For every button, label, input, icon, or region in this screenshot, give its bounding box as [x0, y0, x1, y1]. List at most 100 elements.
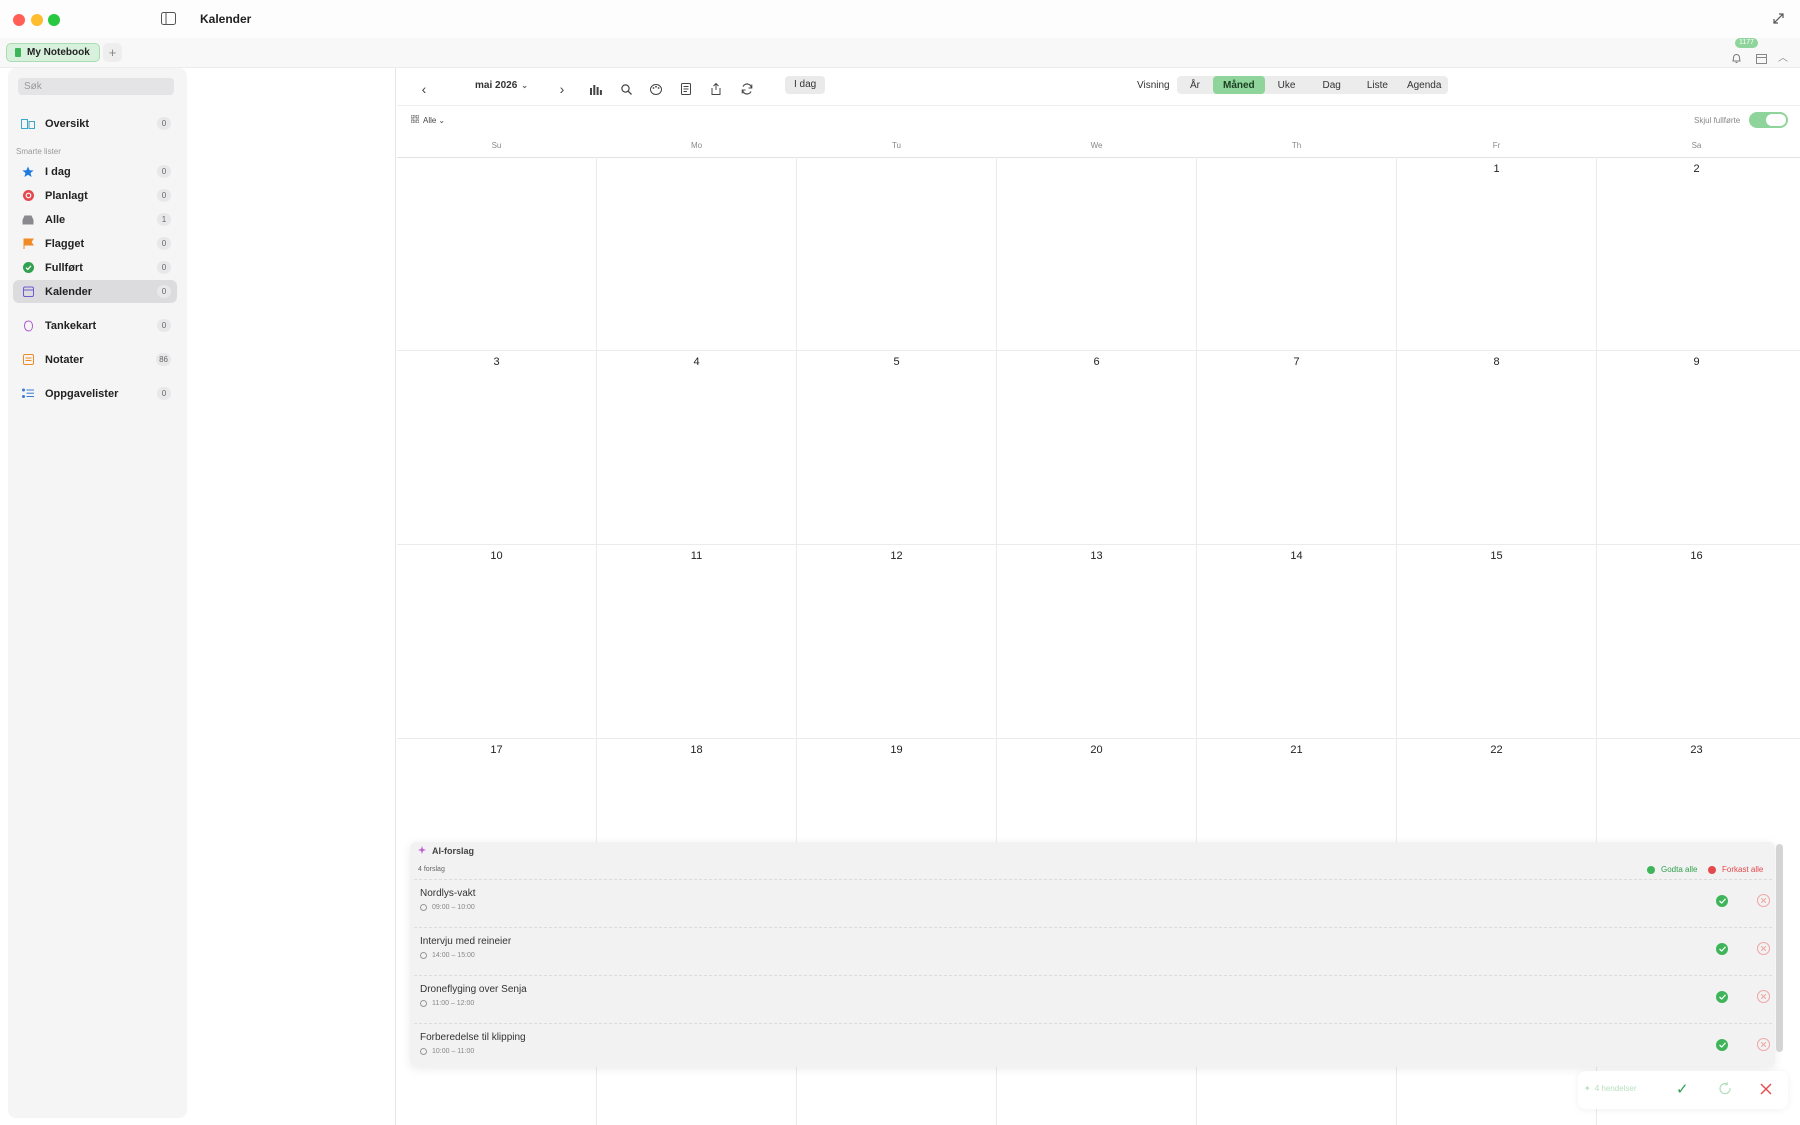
suggestion-item[interactable]: Droneflyging over Senja 11:00 – 12:00	[414, 975, 1772, 1019]
accept-suggestion-button[interactable]	[1716, 943, 1728, 955]
search-icon[interactable]	[616, 79, 636, 99]
weekday-header: Th	[1291, 141, 1302, 150]
clock-icon	[420, 1000, 427, 1007]
accept-suggestion-button[interactable]	[1716, 991, 1728, 1003]
weekday-header: Su	[491, 141, 502, 150]
day-cell[interactable]: 15	[1397, 550, 1596, 562]
sidebar-item-today[interactable]: I dag 0	[13, 160, 177, 183]
day-cell[interactable]: 1	[1397, 163, 1596, 175]
chevron-up-icon[interactable]: ︿	[1778, 49, 1788, 64]
sidebar-item-scheduled[interactable]: Planlagt 0	[13, 184, 177, 207]
share-icon[interactable]	[706, 79, 726, 99]
task-list-icon	[21, 387, 35, 401]
day-cell[interactable]: 5	[797, 356, 996, 368]
day-cell[interactable]: 9	[1597, 356, 1796, 368]
day-cell[interactable]: 16	[1597, 550, 1796, 562]
view-day-button[interactable]: Dag	[1308, 76, 1354, 94]
day-cell[interactable]: 22	[1397, 744, 1596, 756]
day-cell[interactable]: 10	[397, 550, 596, 562]
stats-icon[interactable]	[586, 79, 606, 99]
sidebar-item-label: Notater	[45, 353, 84, 366]
view-agenda-button[interactable]: Agenda	[1400, 76, 1448, 94]
sidebar-toggle-icon[interactable]	[161, 12, 176, 30]
day-cell[interactable]: 20	[997, 744, 1196, 756]
day-cell[interactable]: 7	[1197, 356, 1396, 368]
view-year-button[interactable]: År	[1177, 76, 1213, 94]
sidebar-item-mindmap[interactable]: Tankekart 0	[13, 314, 177, 337]
sidebar-item-flagged[interactable]: Flagget 0	[13, 232, 177, 255]
close-icon[interactable]	[1760, 1082, 1772, 1100]
check-circle-icon	[21, 261, 35, 275]
sidebar-item-calendar[interactable]: Kalender 0	[13, 280, 177, 303]
suggestion-item[interactable]: Forberedelse til klipping 10:00 – 11:00	[414, 1023, 1772, 1067]
day-cell[interactable]: 6	[997, 356, 1196, 368]
next-month-button[interactable]: ›	[552, 79, 572, 99]
sidebar-item-completed[interactable]: Fullført 0	[13, 256, 177, 279]
day-cell[interactable]: 8	[1397, 356, 1596, 368]
note-icon[interactable]	[676, 79, 696, 99]
suggestion-time: 09:00 – 10:00	[420, 904, 475, 911]
search-input[interactable]: Søk	[18, 78, 174, 95]
calendar-icon	[21, 285, 35, 299]
add-tab-button[interactable]: +	[103, 43, 122, 62]
confirm-icon[interactable]: ✓	[1676, 1080, 1689, 1098]
day-cell[interactable]: 3	[397, 356, 596, 368]
sidebar: Søk Oversikt 0 Smarte lister I dag 0 Pla…	[8, 68, 187, 1118]
day-cell[interactable]: 11	[597, 550, 796, 562]
sidebar-item-notes[interactable]: Notater 86	[13, 348, 177, 371]
reject-suggestion-button[interactable]	[1757, 894, 1770, 907]
reject-suggestion-button[interactable]	[1757, 942, 1770, 955]
sidebar-item-all[interactable]: Alle 1	[13, 208, 177, 231]
reject-all-button[interactable]: Forkast alle	[1708, 865, 1763, 874]
count-badge: 86	[156, 353, 171, 366]
zoom-window-button[interactable]	[48, 14, 60, 26]
day-cell[interactable]: 23	[1597, 744, 1796, 756]
accept-all-button[interactable]: Godta alle	[1647, 865, 1697, 874]
suggestion-item[interactable]: Nordlys-vakt 09:00 – 10:00	[414, 879, 1772, 923]
refresh-icon[interactable]	[737, 79, 757, 99]
minimize-window-button[interactable]	[31, 14, 43, 26]
day-cell[interactable]: 4	[597, 356, 796, 368]
clock-icon	[420, 952, 427, 959]
scrollbar[interactable]	[1776, 844, 1783, 1052]
fullscreen-icon[interactable]	[1772, 12, 1785, 30]
day-cell[interactable]: 21	[1197, 744, 1396, 756]
day-cell[interactable]: 18	[597, 744, 796, 756]
day-cell[interactable]: 14	[1197, 550, 1396, 562]
accept-suggestion-button[interactable]	[1716, 895, 1728, 907]
reject-suggestion-button[interactable]	[1757, 990, 1770, 1003]
count-badge: 0	[157, 261, 171, 274]
sidebar-item-task-lists[interactable]: Oppgavelister 0	[13, 382, 177, 405]
bell-icon[interactable]	[1731, 51, 1742, 69]
sidebar-item-overview[interactable]: Oversikt 0	[13, 112, 177, 135]
tab-my-notebook[interactable]: My Notebook	[6, 43, 100, 62]
previous-month-button[interactable]: ‹	[414, 79, 434, 99]
day-cell[interactable]: 2	[1597, 163, 1796, 175]
day-cell[interactable]: 13	[997, 550, 1196, 562]
suggestion-item[interactable]: Intervju med reineier 14:00 – 15:00	[414, 927, 1772, 971]
panel-layout-icon[interactable]	[1756, 51, 1767, 69]
filter-dropdown[interactable]: Alle ⌄	[410, 114, 446, 125]
day-cell[interactable]: 19	[797, 744, 996, 756]
regenerate-icon[interactable]	[1718, 1081, 1732, 1101]
view-list-button[interactable]: Liste	[1355, 76, 1400, 94]
accept-suggestion-button[interactable]	[1716, 1039, 1728, 1051]
hide-completed-toggle[interactable]	[1749, 112, 1788, 128]
inbox-icon	[21, 213, 35, 227]
day-cell[interactable]: 17	[397, 744, 596, 756]
day-cell[interactable]: 12	[797, 550, 996, 562]
palette-icon[interactable]	[646, 79, 666, 99]
bottom-action-bar: ✦ 4 hendelser ✓	[1578, 1071, 1788, 1109]
view-month-button[interactable]: Måned	[1213, 76, 1265, 94]
reject-suggestion-button[interactable]	[1757, 1038, 1770, 1051]
today-button[interactable]: I dag	[785, 76, 826, 94]
filter-label: Alle	[423, 115, 437, 125]
chevron-down-icon: ⌄	[438, 115, 446, 125]
reject-all-label: Forkast alle	[1722, 865, 1764, 874]
weekday-header: Sa	[1691, 141, 1702, 150]
ai-panel-header: AI-forslag	[418, 846, 474, 856]
close-window-button[interactable]	[13, 14, 25, 26]
month-picker[interactable]: mai 2026 ⌄	[475, 80, 528, 91]
view-week-button[interactable]: Uke	[1265, 76, 1309, 94]
count-badge: 0	[157, 117, 171, 130]
